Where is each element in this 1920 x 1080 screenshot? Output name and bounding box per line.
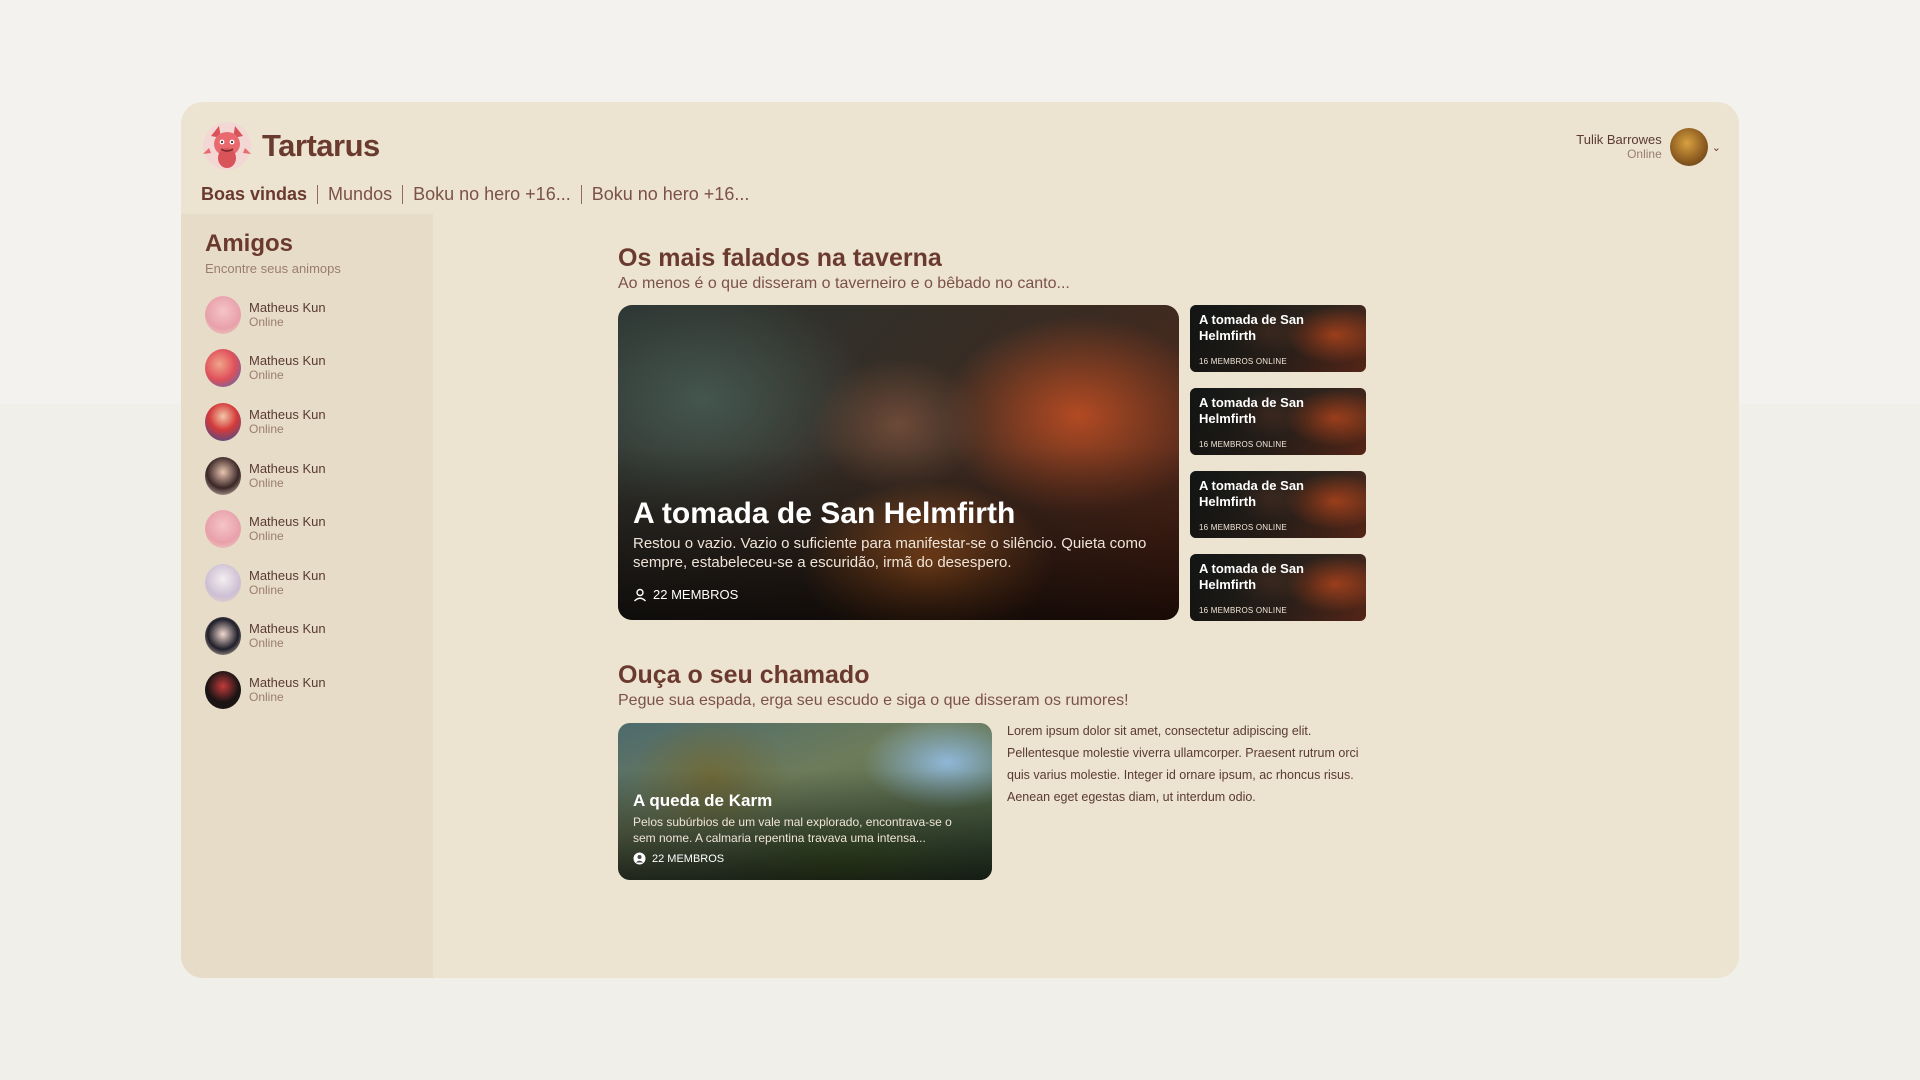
members-count: 22 MEMBROS xyxy=(652,852,725,865)
avatar xyxy=(205,670,241,709)
sidebar-title: Amigos xyxy=(205,230,294,257)
friend-item[interactable]: Matheus Kun Online xyxy=(205,502,326,556)
tab-boas-vindas[interactable]: Boas vindas xyxy=(201,184,317,205)
story-thumbnail[interactable]: A tomada de San Helmfirth 16 MEMBROS ONL… xyxy=(1190,388,1366,455)
friend-status: Online xyxy=(249,529,284,544)
card-title: A queda de Karm xyxy=(633,791,773,810)
friend-status: Online xyxy=(249,636,284,651)
friend-item[interactable]: Matheus Kun Online xyxy=(205,556,326,610)
user-status: Online xyxy=(1627,147,1662,161)
story-thumbnail[interactable]: A tomada de San Helmfirth 16 MEMBROS ONL… xyxy=(1190,305,1366,372)
user-avatar[interactable] xyxy=(1669,128,1708,166)
section-title-taverna: Os mais falados na taverna xyxy=(618,244,942,272)
user-info: Tulik Barrowes Online xyxy=(1576,132,1661,162)
featured-story-card[interactable]: A tomada de San Helmfirth Restou o vazio… xyxy=(618,305,1179,620)
thumbnail-title: A tomada de San Helmfirth xyxy=(1199,312,1304,343)
thumbnail-title: A tomada de San Helmfirth xyxy=(1199,478,1304,509)
top-bar: Tartarus Boas vindas Mundos Boku no hero… xyxy=(181,102,1739,214)
friend-name: Matheus Kun xyxy=(249,674,326,690)
feature-members: 22 MEMBROS xyxy=(633,587,738,602)
friend-item[interactable]: Matheus Kun Online xyxy=(205,288,326,342)
user-menu[interactable]: Tulik Barrowes Online ⌄ xyxy=(1576,128,1721,166)
user-name: Tulik Barrowes xyxy=(1576,132,1662,147)
avatar xyxy=(205,456,241,495)
thumbnail-meta: 16 MEMBROS ONLINE xyxy=(1199,440,1287,449)
avatar xyxy=(205,510,241,549)
section-title-chamado: Ouça o seu chamado xyxy=(618,661,870,689)
description-text: Lorem ipsum dolor sit amet, consectetur … xyxy=(1007,724,1359,804)
avatar xyxy=(205,349,241,388)
friend-name: Matheus Kun xyxy=(249,353,326,369)
tab-mundos[interactable]: Mundos xyxy=(318,184,402,205)
friend-status: Online xyxy=(249,421,284,436)
friend-name: Matheus Kun xyxy=(249,567,326,583)
avatar xyxy=(205,563,241,602)
thumbnail-meta: 16 MEMBROS ONLINE xyxy=(1199,357,1287,366)
sidebar-subtitle: Encontre seus animops xyxy=(205,261,341,276)
friend-item[interactable]: Matheus Kun Online xyxy=(205,395,326,449)
app-window: Tartarus Boas vindas Mundos Boku no hero… xyxy=(181,102,1739,978)
thumbnail-title: A tomada de San Helmfirth xyxy=(1199,395,1304,426)
dragon-logo-icon[interactable] xyxy=(201,118,253,172)
avatar xyxy=(205,402,241,441)
feature-title: A tomada de San Helmfirth xyxy=(633,497,1016,530)
story-thumbnail[interactable]: A tomada de San Helmfirth 16 MEMBROS ONL… xyxy=(1190,554,1366,621)
friend-status: Online xyxy=(249,475,284,490)
thumbnail-meta: 16 MEMBROS ONLINE xyxy=(1199,523,1287,532)
nav-tabs: Boas vindas Mundos Boku no hero +16... B… xyxy=(201,184,759,205)
friends-list: Matheus Kun Online Matheus Kun Online Math… xyxy=(205,288,326,717)
feature-description: Restou o vazio. Vazio o suficiente para … xyxy=(633,535,1147,571)
avatar xyxy=(205,295,241,334)
card-description: Pelos subúrbios de um vale mal explorado… xyxy=(633,815,952,845)
main-content: Os mais falados na taverna Ao menos é o … xyxy=(433,214,1739,978)
card-members: 22 MEMBROS xyxy=(633,852,724,865)
user-circle-icon xyxy=(633,852,646,865)
friend-name: Matheus Kun xyxy=(249,299,326,315)
story-thumbnails: A tomada de San Helmfirth 16 MEMBROS ONL… xyxy=(1190,305,1366,637)
friend-status: Online xyxy=(249,314,284,329)
friend-item[interactable]: Matheus Kun Online xyxy=(205,610,326,664)
friend-name: Matheus Kun xyxy=(249,460,326,476)
section-subtitle-taverna: Ao menos é o que disseram o taverneiro e… xyxy=(618,275,1070,292)
story-thumbnail[interactable]: A tomada de San Helmfirth 16 MEMBROS ONL… xyxy=(1190,471,1366,538)
section-subtitle-chamado: Pegue sua espada, erga seu escudo e siga… xyxy=(618,692,1129,709)
user-icon xyxy=(634,588,646,602)
friend-name: Matheus Kun xyxy=(249,621,326,637)
friend-status: Online xyxy=(249,368,284,383)
card-overlay xyxy=(618,305,1179,620)
friend-item[interactable]: Matheus Kun Online xyxy=(205,449,326,503)
avatar xyxy=(205,617,241,656)
members-count: 22 MEMBROS xyxy=(653,587,739,602)
tab-boku-no-hero-2[interactable]: Boku no hero +16... xyxy=(582,184,760,205)
app-title: Tartarus xyxy=(262,128,380,163)
friends-sidebar: Amigos Encontre seus animops Matheus Kun… xyxy=(181,214,433,978)
chevron-down-icon[interactable]: ⌄ xyxy=(1712,141,1721,154)
friend-name: Matheus Kun xyxy=(249,406,326,422)
thumbnail-meta: 16 MEMBROS ONLINE xyxy=(1199,606,1287,615)
friend-name: Matheus Kun xyxy=(249,514,326,530)
friend-item[interactable]: Matheus Kun Online xyxy=(205,342,326,396)
thumbnail-title: A tomada de San Helmfirth xyxy=(1199,561,1304,592)
tab-boku-no-hero-1[interactable]: Boku no hero +16... xyxy=(403,184,581,205)
story-card-karm[interactable]: A queda de Karm Pelos subúrbios de um va… xyxy=(618,723,992,880)
friend-item[interactable]: Matheus Kun Online xyxy=(205,663,326,717)
friend-status: Online xyxy=(249,689,284,704)
friend-status: Online xyxy=(249,582,284,597)
